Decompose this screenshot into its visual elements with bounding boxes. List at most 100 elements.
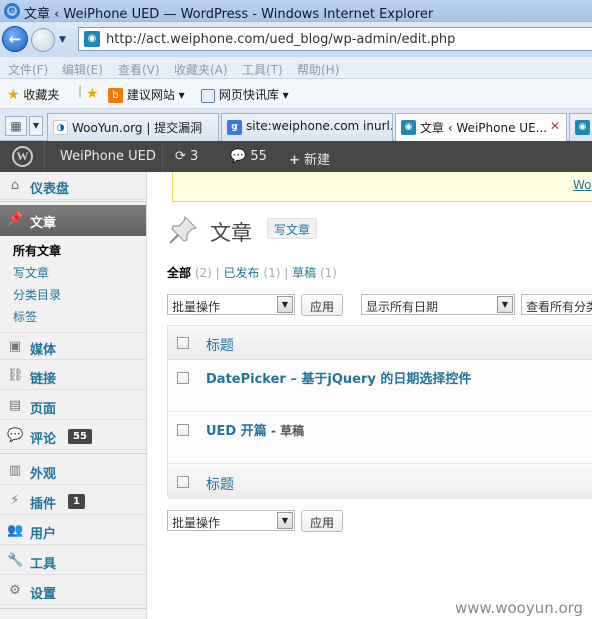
watermark: www.wooyun.org bbox=[455, 599, 584, 617]
post-title-text: DatePicker – 基于jQuery 的日期选择控件 bbox=[206, 372, 472, 387]
address-url[interactable]: http://act.weiphone.com/ued_blog/wp-admi… bbox=[106, 32, 455, 47]
menu-favorites[interactable]: 收藏夹(A) bbox=[174, 61, 228, 78]
table-header: 标题 bbox=[168, 326, 592, 360]
tab-google-search-label: site:weiphone.com inurl... bbox=[246, 119, 393, 133]
table-row: UED 开篇 - 草稿 bbox=[168, 413, 592, 464]
adminbar-divider bbox=[162, 141, 163, 172]
post-title-link[interactable]: DatePicker – 基于jQuery 的日期选择控件 bbox=[206, 368, 471, 387]
tab-weiphone-posts[interactable]: ◉ 文章 ‹ WeiPhone UE... ✕ bbox=[395, 113, 567, 142]
sidebar-item-links[interactable]: ⛓ 链接 bbox=[0, 362, 146, 390]
tab-weiphone-posts-label: 文章 ‹ WeiPhone UE... bbox=[420, 121, 548, 135]
filter-drafts[interactable]: 草稿 bbox=[292, 266, 316, 280]
sidebar-item-comments[interactable]: 💬 评论 55 bbox=[0, 422, 146, 450]
site-favicon-icon: ◉ bbox=[84, 31, 100, 47]
home-icon: ⌂ bbox=[10, 178, 20, 193]
weiphone-favicon-icon: ◉ bbox=[401, 120, 416, 135]
back-button[interactable]: ← bbox=[2, 26, 28, 52]
bulk-action-select-top[interactable]: 批量操作 ▼ bbox=[167, 294, 295, 315]
bulk-action-select-bottom[interactable]: 批量操作 ▼ bbox=[167, 510, 295, 531]
forward-button[interactable] bbox=[31, 28, 55, 52]
page-icon: ▤ bbox=[8, 398, 22, 413]
menu-file[interactable]: 文件(F) bbox=[8, 61, 48, 78]
menu-view[interactable]: 查看(V) bbox=[118, 61, 160, 78]
menu-tools[interactable]: 工具(T) bbox=[242, 61, 283, 78]
sidebar-item-label: 媒体 bbox=[30, 343, 57, 358]
sidebar-item-posts[interactable]: 📌 文章 bbox=[0, 205, 146, 236]
chevron-down-icon: ▼ bbox=[497, 296, 513, 313]
notice-link[interactable]: Wo bbox=[573, 178, 592, 192]
recent-pages-dropdown-icon[interactable]: ▼ bbox=[59, 35, 66, 45]
row-checkbox[interactable] bbox=[177, 372, 189, 384]
adminbar-updates[interactable]: ⟳ 3 bbox=[175, 149, 198, 164]
favorites-divider: | bbox=[78, 84, 83, 98]
submenu-all-posts[interactable]: 所有文章 bbox=[13, 242, 61, 259]
bulk-action-value: 批量操作 bbox=[172, 516, 221, 530]
sidebar-item-settings[interactable]: ⚙ 设置 bbox=[0, 577, 146, 605]
category-filter-select[interactable]: 查看所有分类 bbox=[521, 294, 592, 315]
column-title-footer[interactable]: 标题 bbox=[206, 474, 234, 494]
select-all-checkbox-footer[interactable] bbox=[177, 476, 189, 488]
new-tab-favicon-icon: ◉ bbox=[575, 120, 590, 135]
posts-table: 标题 DatePicker – 基于jQuery 的日期选择控件 UED 开篇 … bbox=[167, 325, 592, 499]
ie-logo-icon: e bbox=[4, 3, 20, 19]
apply-button-bottom[interactable]: 应用 bbox=[301, 510, 343, 532]
sidebar-item-label: 工具 bbox=[30, 557, 57, 572]
sidebar-item-tools[interactable]: 🔧 工具 bbox=[0, 547, 146, 575]
suggested-sites-link[interactable]: b 建议网站 ▾ bbox=[108, 86, 185, 103]
date-filter-select[interactable]: 显示所有日期 ▼ bbox=[361, 294, 515, 315]
tab-close-icon[interactable]: ✕ bbox=[550, 119, 560, 133]
sidebar-item-users[interactable]: 👥 用户 bbox=[0, 517, 146, 545]
address-bar[interactable]: ◉ http://act.weiphone.com/ued_blog/wp-ad… bbox=[78, 27, 592, 51]
adminbar-site-name[interactable]: WeiPhone UED bbox=[60, 149, 156, 164]
tab-wooyun[interactable]: ◑ WooYun.org | 提交漏洞 bbox=[47, 113, 219, 141]
favorites-button[interactable]: ★ 收藏夹 bbox=[7, 86, 59, 103]
sidebar-item-label: 仪表盘 bbox=[30, 182, 70, 197]
sidebar-separator bbox=[0, 453, 146, 454]
wordpress-logo-icon[interactable]: W bbox=[12, 146, 33, 167]
post-title-link[interactable]: UED 开篇 - 草稿 bbox=[206, 420, 304, 439]
post-status-filters: 全部 (2) | 已发布 (1) | 草稿 (1) bbox=[167, 264, 337, 281]
window-title: 文章 ‹ WeiPhone UED — WordPress - Windows … bbox=[24, 7, 434, 22]
filter-separator: | bbox=[215, 266, 220, 280]
date-filter-value: 显示所有日期 bbox=[366, 300, 439, 314]
sidebar-item-label: 页面 bbox=[30, 402, 57, 417]
filter-separator: | bbox=[284, 266, 289, 280]
quick-tabs-icon[interactable]: ▦ bbox=[5, 116, 27, 136]
select-all-checkbox[interactable] bbox=[177, 337, 189, 349]
filter-all[interactable]: 全部 bbox=[167, 266, 191, 280]
menu-help[interactable]: 帮助(H) bbox=[297, 61, 339, 78]
menu-edit[interactable]: 编辑(E) bbox=[62, 61, 103, 78]
web-slice-gallery-link[interactable]: 网页快讯库 ▾ bbox=[201, 86, 289, 103]
add-new-post-button[interactable]: 写文章 bbox=[267, 218, 318, 239]
page-title: 文章 bbox=[210, 221, 252, 245]
sidebar-item-dashboard[interactable]: ⌂ 仪表盘 bbox=[0, 172, 146, 200]
sidebar-item-pages[interactable]: ▤ 页面 bbox=[0, 392, 146, 420]
tab-google-search[interactable]: g site:weiphone.com inurl... bbox=[221, 113, 393, 141]
filter-drafts-count: (1) bbox=[319, 266, 337, 280]
row-checkbox[interactable] bbox=[177, 424, 189, 436]
tab-list-dropdown-icon[interactable]: ▼ bbox=[29, 116, 43, 136]
adminbar-new[interactable]: + 新建 bbox=[289, 149, 330, 168]
new-tab-button[interactable]: ◉ bbox=[569, 113, 592, 141]
plugins-count-badge: 1 bbox=[68, 494, 85, 509]
wooyun-favicon-icon: ◑ bbox=[53, 120, 68, 135]
comments-count: 55 bbox=[250, 149, 267, 164]
filter-published[interactable]: 已发布 bbox=[224, 266, 260, 280]
sidebar-item-label: 评论 bbox=[30, 432, 57, 447]
submenu-add-new-post[interactable]: 写文章 bbox=[13, 264, 49, 281]
submenu-categories[interactable]: 分类目录 bbox=[13, 286, 61, 303]
apply-button-top[interactable]: 应用 bbox=[301, 294, 343, 316]
update-notice: Wo bbox=[172, 172, 592, 202]
column-title-header[interactable]: 标题 bbox=[206, 335, 234, 355]
posts-pushpin-icon bbox=[169, 215, 198, 244]
submenu-tags[interactable]: 标签 bbox=[13, 308, 37, 325]
post-title-text: UED 开篇 bbox=[206, 424, 267, 439]
adminbar-comments[interactable]: 💬 55 bbox=[230, 149, 267, 164]
main-content: Wo 文章 写文章 全部 (2) | 已发布 (1) | 草稿 (1) 批量操作… bbox=[147, 172, 592, 619]
chevron-down-icon: ▼ bbox=[277, 296, 293, 313]
sidebar-item-plugins[interactable]: ⚡ 插件 1 bbox=[0, 487, 146, 515]
add-favorite-icon[interactable]: ★ bbox=[86, 86, 99, 102]
sidebar-item-appearance[interactable]: ▥ 外观 bbox=[0, 457, 146, 485]
tools-icon: 🔧 bbox=[7, 553, 24, 568]
sidebar-item-media[interactable]: ▣ 媒体 bbox=[0, 332, 146, 360]
